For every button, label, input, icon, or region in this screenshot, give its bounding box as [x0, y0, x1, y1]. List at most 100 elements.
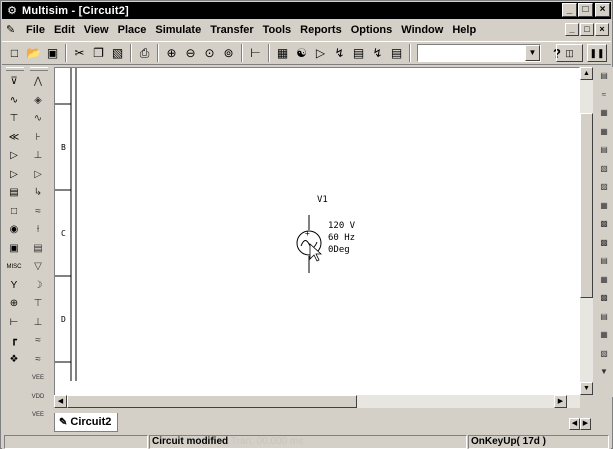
distortion-icon[interactable]: ▦ — [596, 271, 612, 290]
function-gen-icon[interactable]: ≈ — [596, 86, 612, 105]
open-icon[interactable]: 📂 — [25, 45, 42, 62]
oscilloscope-icon[interactable]: ▦ — [596, 123, 612, 142]
schematic-canvas[interactable]: B C D + V1 120 V 60 Hz 0Deg — [54, 67, 580, 396]
grapher-icon[interactable]: ↯ — [369, 45, 386, 62]
misc-b-icon[interactable]: ≈ — [28, 351, 48, 370]
print-icon[interactable]: ⎙ — [136, 45, 153, 62]
database-icon[interactable]: ☯ — [293, 45, 310, 62]
menu-reports[interactable]: Reports — [300, 24, 342, 36]
pulse-icon[interactable]: ≈ — [28, 332, 48, 351]
logic-converter-icon[interactable]: ▩ — [596, 234, 612, 253]
new-icon[interactable]: □ — [6, 45, 23, 62]
pause-icon[interactable]: ❚❚ — [587, 44, 607, 62]
scroll-left-icon[interactable]: ◀ — [54, 395, 67, 408]
menu-transfer[interactable]: Transfer — [210, 24, 253, 36]
zener-icon[interactable]: ▤ — [28, 240, 48, 259]
in-use-list-combo[interactable]: ▼ — [417, 44, 541, 62]
tab-prev-icon[interactable]: ◀ — [569, 418, 580, 430]
toolbar-grip[interactable] — [6, 67, 24, 71]
scroll-right-icon[interactable]: ▶ — [554, 395, 567, 408]
indicator-icon[interactable]: ▣ — [4, 240, 24, 259]
menu-help[interactable]: Help — [452, 24, 476, 36]
ladder-icon[interactable]: ⊢ — [4, 314, 24, 333]
logic-analyzer-icon[interactable]: ▩ — [596, 215, 612, 234]
postprocessor-icon[interactable]: ↯ — [331, 45, 348, 62]
probe-instr-icon[interactable]: ▼ — [596, 363, 612, 382]
doc-minimize-button[interactable]: _ — [565, 23, 579, 36]
mixed-icon[interactable]: ◉ — [4, 221, 24, 240]
maximize-button[interactable]: □ — [578, 3, 593, 17]
vertical-scroll-thumb[interactable] — [580, 113, 593, 298]
zoom-out-icon[interactable]: ⊖ — [182, 45, 199, 62]
resistor-icon[interactable]: ∿ — [28, 110, 48, 129]
four-ch-scope-icon[interactable]: ▤ — [596, 141, 612, 160]
component-wizard-icon[interactable]: ▷ — [312, 45, 329, 62]
copy-icon[interactable]: ❐ — [90, 45, 107, 62]
place-hier-icon[interactable]: ┏ — [4, 332, 24, 351]
diode-icon[interactable]: ⊤ — [4, 110, 24, 129]
close-button[interactable]: × — [595, 3, 610, 17]
agilent-icon[interactable]: ▦ — [596, 326, 612, 345]
bode-icon[interactable]: ▧ — [596, 160, 612, 179]
tab-next-icon[interactable]: ▶ — [580, 418, 591, 430]
vdd-icon[interactable]: VDD — [28, 388, 48, 407]
freq-counter-icon[interactable]: ▨ — [596, 178, 612, 197]
diode-b-icon[interactable]: ≈ — [28, 203, 48, 222]
analog-icon[interactable]: ▷ — [4, 147, 24, 166]
electromech-icon[interactable]: ⊕ — [4, 295, 24, 314]
inductor-icon[interactable]: ⊥ — [28, 147, 48, 166]
bjt-icon[interactable]: ▽ — [28, 258, 48, 277]
multimeter-icon[interactable]: ▤ — [596, 67, 612, 86]
zoom-area-icon[interactable]: ⊙ — [201, 45, 218, 62]
cmos-icon[interactable]: ▤ — [4, 184, 24, 203]
probe-icon[interactable]: VEE — [28, 369, 48, 388]
spectrum-icon[interactable]: ▩ — [596, 289, 612, 308]
title-bar[interactable]: ⚙ Multisim - [Circuit2] _ □ × — [2, 2, 611, 19]
menu-options[interactable]: Options — [351, 24, 393, 36]
tektronix-icon[interactable]: ▧ — [596, 345, 612, 364]
chevron-down-icon[interactable]: ▼ — [525, 45, 540, 61]
source-icon[interactable]: ⊽ — [4, 73, 24, 92]
vertical-scrollbar[interactable]: ▲ ▼ — [580, 67, 593, 395]
document-icon[interactable]: ✎ — [6, 23, 22, 37]
save-icon[interactable]: ▣ — [44, 45, 61, 62]
doc-close-button[interactable]: × — [595, 23, 609, 36]
fet-icon[interactable]: ☽ — [28, 277, 48, 296]
wattmeter-icon[interactable]: ▦ — [596, 104, 612, 123]
simulate-switch-icon[interactable]: ◫ — [556, 44, 583, 62]
pot-icon[interactable]: ↳ — [28, 184, 48, 203]
vcc-icon[interactable]: ◈ — [28, 92, 48, 111]
hierarchy-icon[interactable]: ⊢ — [247, 45, 264, 62]
dc-source-icon[interactable]: ⊥ — [28, 314, 48, 333]
menu-file[interactable]: File — [26, 24, 45, 36]
menu-simulate[interactable]: Simulate — [155, 24, 201, 36]
iv-analyzer-icon[interactable]: ▤ — [596, 252, 612, 271]
capacitor-icon[interactable]: ⊦ — [28, 129, 48, 148]
zoom-fit-icon[interactable]: ⊚ — [220, 45, 237, 62]
network-icon[interactable]: ▤ — [596, 308, 612, 327]
basic-icon[interactable]: ∿ — [4, 92, 24, 111]
menu-view[interactable]: View — [84, 24, 109, 36]
ground-icon[interactable]: ⋀ — [28, 73, 48, 92]
description-icon[interactable]: ▤ — [388, 45, 405, 62]
led-icon[interactable]: ⍿ — [28, 221, 48, 240]
spreadsheet-icon[interactable]: ▦ — [274, 45, 291, 62]
scroll-down-icon[interactable]: ▼ — [580, 382, 593, 395]
doc-restore-button[interactable]: □ — [580, 23, 594, 36]
ttl-icon[interactable]: ▷ — [4, 166, 24, 185]
paste-icon[interactable]: ▧ — [109, 45, 126, 62]
rf-icon[interactable]: Υ — [4, 277, 24, 296]
menu-tools[interactable]: Tools — [263, 24, 292, 36]
menu-edit[interactable]: Edit — [54, 24, 75, 36]
bus-icon[interactable]: ❖ — [4, 351, 24, 370]
minimize-button[interactable]: _ — [562, 3, 577, 17]
menu-place[interactable]: Place — [118, 24, 147, 36]
ac-source-icon[interactable]: ⊤ — [28, 295, 48, 314]
tab-circuit2[interactable]: ✎ Circuit2 — [54, 413, 119, 432]
cut-icon[interactable]: ✂ — [71, 45, 88, 62]
graph-icon[interactable]: ▤ — [350, 45, 367, 62]
misc-digital-icon[interactable]: □ — [4, 203, 24, 222]
menu-window[interactable]: Window — [401, 24, 443, 36]
toolbar-grip[interactable] — [30, 67, 48, 71]
multisim-app-icon[interactable]: ⚙ — [5, 4, 19, 18]
